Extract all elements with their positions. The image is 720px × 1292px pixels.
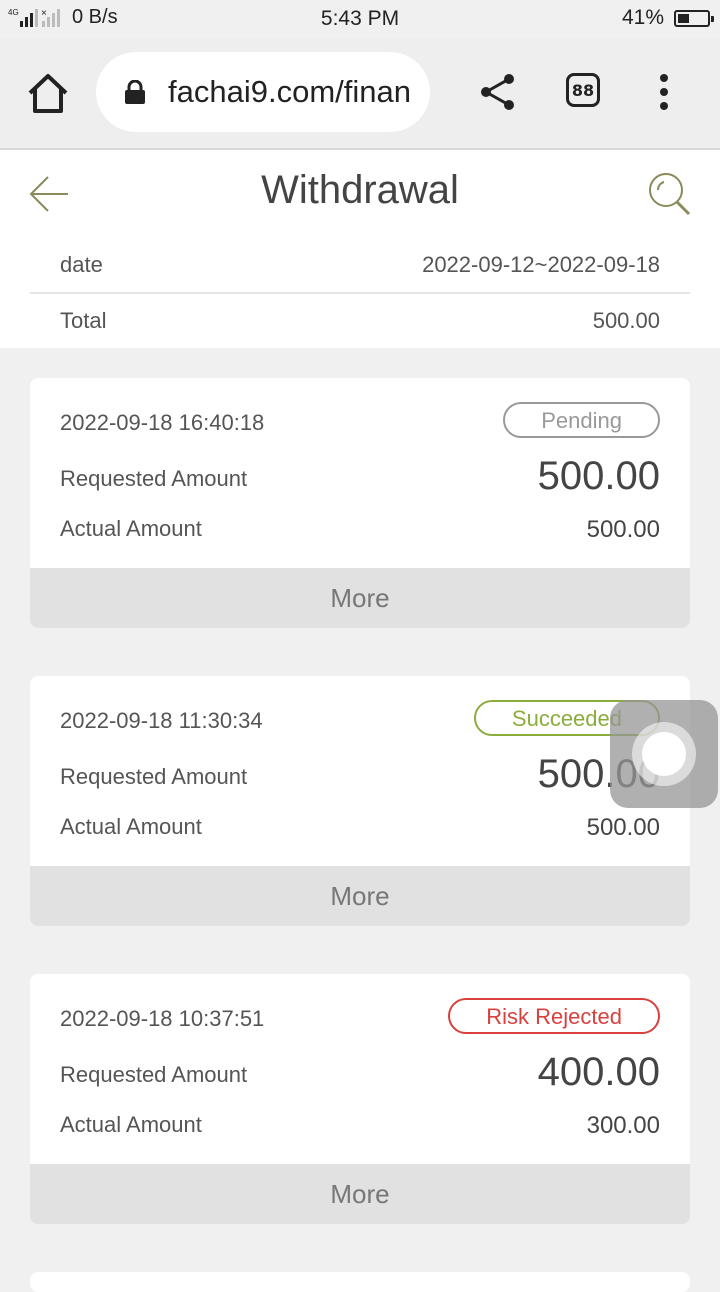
battery-icon — [674, 9, 714, 27]
tabs-button[interactable]: 88 — [566, 73, 600, 107]
record-time: 2022-09-18 10:37:51 — [60, 1006, 265, 1031]
requested-amount-value: 500.00 — [537, 454, 660, 498]
requested-amount-label: Requested Amount — [60, 764, 248, 789]
page-header: Withdrawal date 2022-09-12~2022-09-18 To… — [0, 150, 720, 348]
actual-amount-value: 500.00 — [586, 516, 660, 543]
date-range-value: 2022-09-12~2022-09-18 — [422, 252, 660, 277]
actual-amount-value: 500.00 — [586, 814, 660, 841]
date-range-row[interactable]: date 2022-09-12~2022-09-18 — [30, 238, 690, 294]
more-menu-icon[interactable] — [654, 74, 674, 110]
battery-percent: 41% — [621, 6, 664, 29]
actual-amount-value: 300.00 — [586, 1112, 660, 1139]
record-time: 2022-09-18 16:40:18 — [60, 410, 265, 435]
withdrawal-card: 2022-09-18 11:30:34 Succeeded Requested … — [30, 676, 690, 926]
search-icon[interactable] — [646, 170, 692, 216]
assistive-dot-icon — [642, 732, 686, 776]
date-label: date — [60, 252, 103, 277]
record-time: 2022-09-18 11:30:34 — [60, 708, 263, 733]
page-title: Withdrawal — [261, 168, 459, 212]
assistive-touch-button[interactable] — [610, 700, 718, 808]
requested-amount-label: Requested Amount — [60, 466, 248, 491]
share-icon[interactable] — [478, 72, 518, 112]
clock: 5:43 PM — [320, 7, 400, 30]
actual-amount-label: Actual Amount — [60, 814, 202, 839]
url-text: fachai9.com/finan — [168, 74, 411, 109]
requested-amount-value: 400.00 — [537, 1050, 660, 1094]
more-button[interactable]: More — [30, 866, 690, 926]
lock-icon — [125, 80, 145, 104]
more-button[interactable]: More — [30, 568, 690, 628]
browser-toolbar: fachai9.com/finan 88 — [0, 38, 720, 150]
status-badge: Pending — [503, 402, 660, 438]
total-label: Total — [60, 308, 107, 333]
status-bar: 4G × 0 B/s 5:43 PM 41% — [0, 0, 720, 38]
actual-amount-label: Actual Amount — [60, 1112, 202, 1137]
more-button[interactable]: More — [30, 1164, 690, 1224]
requested-amount-label: Requested Amount — [60, 1062, 248, 1087]
status-badge: Risk Rejected — [448, 998, 660, 1034]
home-icon[interactable] — [26, 71, 70, 115]
withdrawal-card: 2022-09-18 16:40:18 Pending Requested Am… — [30, 378, 690, 628]
withdrawal-card: 2022-09-18 10:37:51 Risk Rejected Reques… — [30, 974, 690, 1224]
actual-amount-label: Actual Amount — [60, 516, 202, 541]
total-row: Total 500.00 — [30, 294, 690, 348]
withdrawal-card-partial — [30, 1272, 690, 1292]
total-value: 500.00 — [592, 308, 660, 333]
address-bar[interactable]: fachai9.com/finan — [96, 52, 430, 132]
